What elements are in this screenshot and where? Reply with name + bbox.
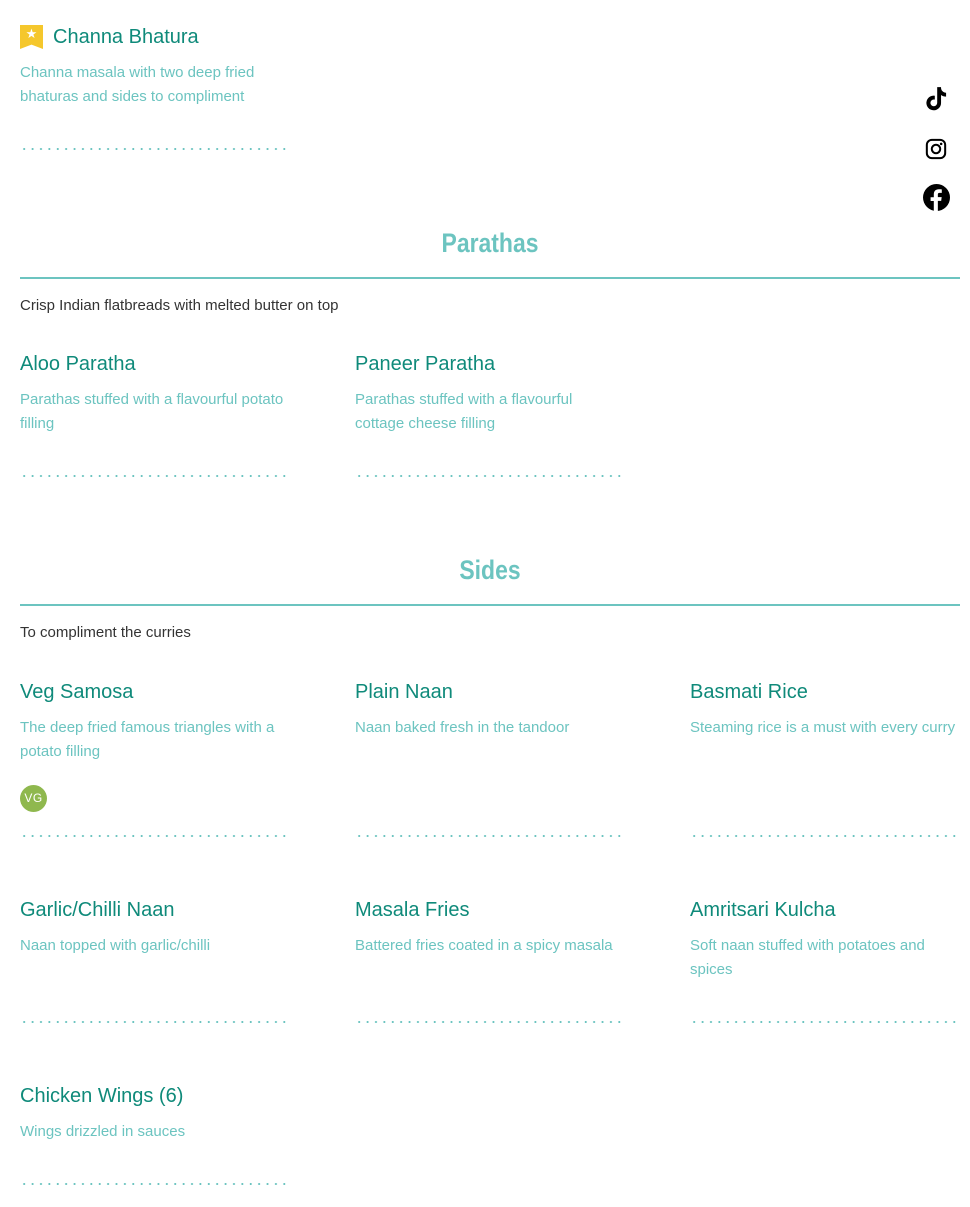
item-title: Plain Naan [355,681,453,703]
facebook-icon[interactable] [922,183,950,211]
item-description: Naan topped with garlic/chilli [20,937,211,954]
menu-item-channa-bhatura[interactable]: ★ Channa Bhatura Channa masala with two … [20,22,290,109]
section-title: Parathas [441,228,539,258]
vegetarian-badge: VG [20,785,47,812]
item-description: Channa masala with two deep fried bhatur… [20,64,255,105]
item-divider [20,833,290,839]
item-title: Garlic/Chilli Naan [20,899,175,921]
item-title-row: ★ Channa Bhatura [20,22,290,52]
item-description: Naan baked fresh in the tandoor [355,719,570,736]
item-title: Masala Fries [355,899,470,921]
menu-item[interactable]: Masala Fries Battered fries coated in a … [355,895,625,958]
item-divider [690,833,960,839]
menu-item[interactable]: Veg Samosa The deep fried famous triangl… [20,677,290,764]
menu-item[interactable]: Garlic/Chilli Naan Naan topped with garl… [20,895,290,958]
instagram-icon[interactable] [922,135,950,163]
menu-item[interactable]: Paneer Paratha Parathas stuffed with a f… [355,349,625,436]
item-divider [20,1181,290,1187]
item-divider [20,1019,290,1025]
menu-item[interactable]: Chicken Wings (6) Wings drizzled in sauc… [20,1081,290,1144]
section-divider [20,277,960,279]
item-title: Veg Samosa [20,681,134,703]
item-title: Chicken Wings (6) [20,1085,184,1107]
item-title: Basmati Rice [690,681,808,703]
star-badge-icon: ★ [20,25,43,49]
item-divider [20,473,290,479]
section-description: Crisp Indian flatbreads with melted butt… [20,297,339,314]
menu-item[interactable]: Basmati Rice Steaming rice is a must wit… [690,677,960,740]
item-divider [690,1019,960,1025]
item-description: Parathas stuffed with a flavourful potat… [20,391,284,432]
menu-item[interactable]: Plain Naan Naan baked fresh in the tando… [355,677,625,740]
tiktok-icon[interactable] [922,85,950,113]
item-title: Channa Bhatura [53,26,199,48]
item-title: Aloo Paratha [20,353,136,375]
item-divider [20,146,290,152]
item-divider [355,1019,625,1025]
item-description: Steaming rice is a must with every curry [690,719,956,736]
item-description: Battered fries coated in a spicy masala [355,937,613,954]
section-divider [20,604,960,606]
item-divider [355,833,625,839]
item-description: Parathas stuffed with a flavourful cotta… [355,391,573,432]
item-description: The deep fried famous triangles with a p… [20,719,275,760]
menu-item[interactable]: Aloo Paratha Parathas stuffed with a fla… [20,349,290,436]
item-description: Wings drizzled in sauces [20,1123,186,1140]
menu-item[interactable]: Amritsari Kulcha Soft naan stuffed with … [690,895,960,982]
section-title: Sides [459,555,521,585]
section-description: To compliment the curries [20,624,191,641]
item-title: Amritsari Kulcha [690,899,836,921]
item-description: Soft naan stuffed with potatoes and spic… [690,937,925,978]
item-title: Paneer Paratha [355,353,496,375]
item-divider [355,473,625,479]
